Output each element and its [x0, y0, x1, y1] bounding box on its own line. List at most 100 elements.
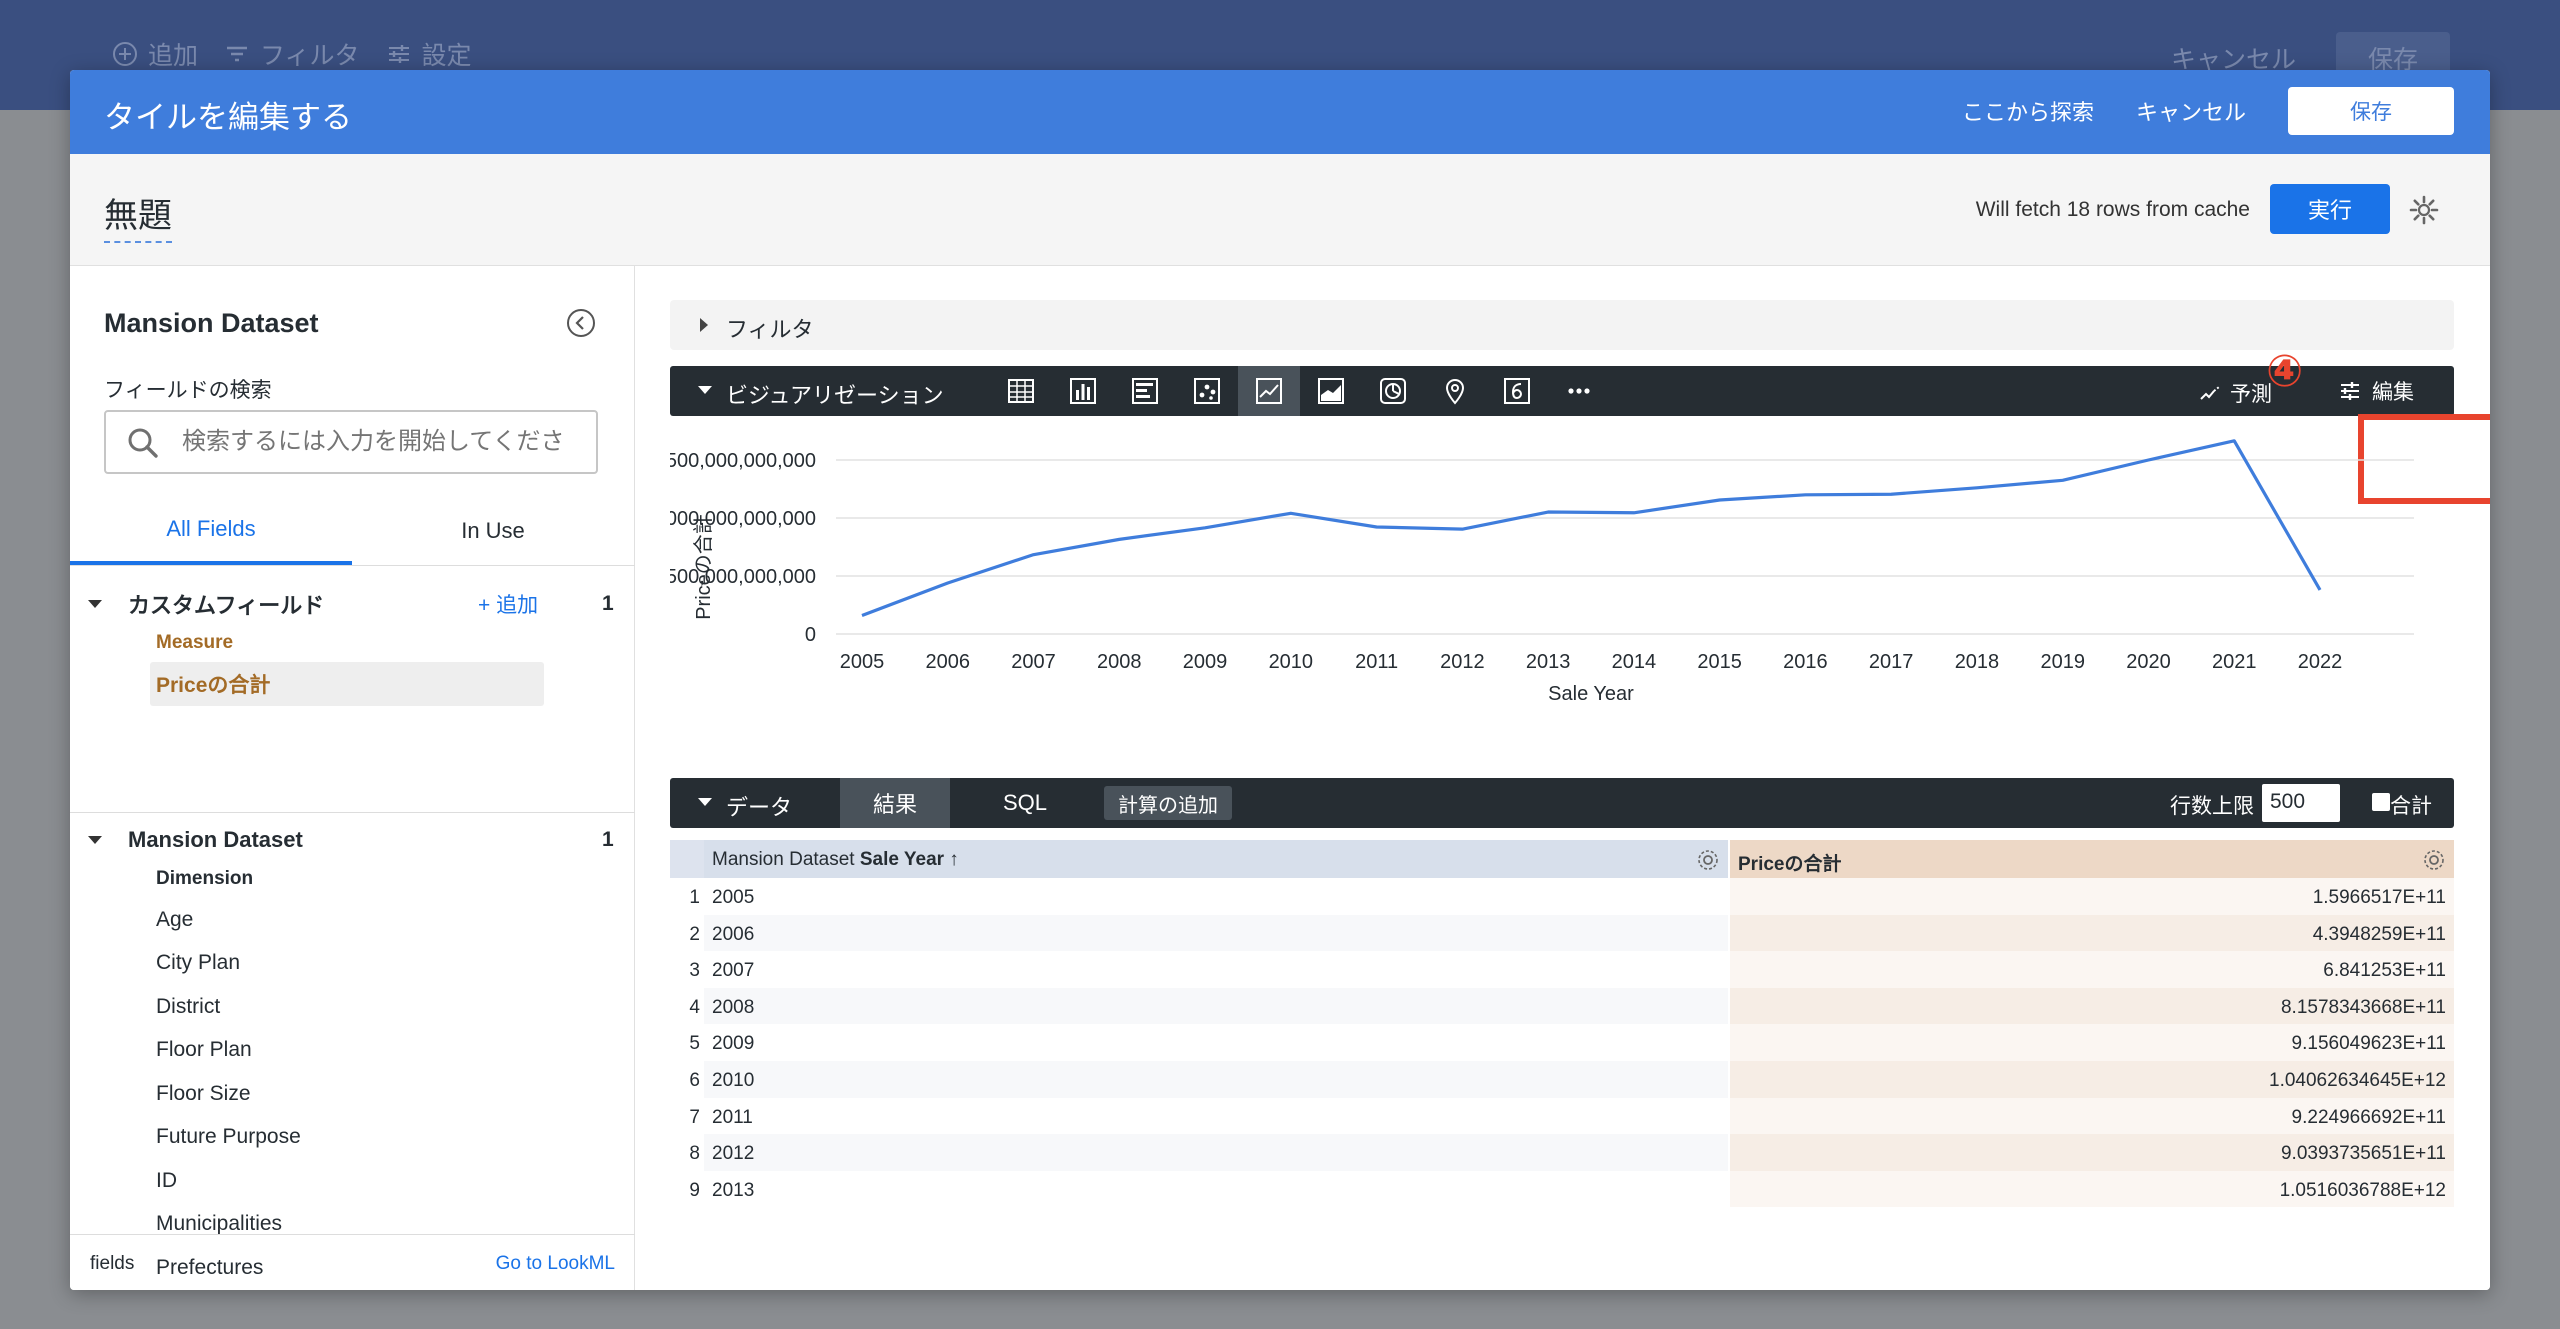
- viz-table-button[interactable]: [990, 366, 1052, 416]
- scatter-chart-icon: [1194, 378, 1220, 404]
- row-limit-input[interactable]: 500: [2262, 784, 2340, 822]
- collapse-sidebar-icon[interactable]: [566, 308, 596, 338]
- x-tick-label: 2020: [2126, 651, 2171, 673]
- field-city-plan[interactable]: City Plan: [70, 942, 635, 986]
- field-price-sum[interactable]: Priceの合計: [150, 662, 544, 706]
- gear-icon[interactable]: [1696, 848, 1720, 872]
- sale-year-cell[interactable]: 2007: [704, 951, 1728, 988]
- price-sum-cell[interactable]: 6.841253E+11: [1730, 951, 2454, 988]
- visualization-label: ビジュアリゼーション: [726, 383, 944, 408]
- table-row: 8 2012 9.0393735651E+11: [670, 1134, 2454, 1171]
- sale-year-cell[interactable]: 2005: [704, 878, 1728, 915]
- row-index: 4: [689, 996, 700, 1018]
- x-tick-label: 2022: [2298, 651, 2343, 673]
- area-chart-icon: [1318, 378, 1344, 404]
- caret-down-icon[interactable]: [698, 798, 712, 806]
- caret-down-icon[interactable]: [698, 386, 712, 394]
- y-tick-label: 1,500,000,000,000: [670, 450, 816, 472]
- viz-single-value-button[interactable]: [1486, 366, 1548, 416]
- data-label: データ: [726, 795, 793, 820]
- field-id[interactable]: ID: [70, 1159, 635, 1203]
- tab-in-use[interactable]: In Use: [352, 496, 634, 565]
- row-index: 8: [689, 1143, 700, 1165]
- field-district[interactable]: District: [70, 985, 635, 1029]
- add-custom-field-button[interactable]: + 追加: [478, 589, 538, 619]
- gear-icon[interactable]: [2408, 194, 2440, 226]
- viz-pie-button[interactable]: [1362, 366, 1424, 416]
- y-axis-title: Priceの合計: [692, 514, 715, 620]
- sale-year-cell[interactable]: 2011: [704, 1098, 1728, 1135]
- single-value-icon: [1504, 378, 1530, 404]
- field-search-input[interactable]: [182, 424, 582, 460]
- price-sum-cell[interactable]: 1.5966517E+11: [1730, 878, 2454, 915]
- price-sum-cell[interactable]: 9.156049623E+11: [1730, 1024, 2454, 1061]
- viz-column-button[interactable]: [1052, 366, 1114, 416]
- field-future-purpose[interactable]: Future Purpose: [70, 1116, 635, 1160]
- series-line: [861, 439, 2322, 617]
- gear-icon[interactable]: [2422, 848, 2446, 872]
- price-sum-cell[interactable]: 9.0393735651E+11: [1730, 1134, 2454, 1171]
- caret-right-icon: [700, 318, 708, 332]
- bg-filter-label: フィルタ: [260, 42, 360, 70]
- tab-results[interactable]: 結果: [840, 778, 950, 828]
- viz-more-button[interactable]: [1548, 366, 1610, 416]
- results-table: Mansion Dataset Sale Year ↑ Priceの合計 1 20…: [670, 840, 2454, 1208]
- mansion-dataset-group: Mansion Dataset 1 Dimension Age City Pla…: [70, 820, 635, 1290]
- price-sum-cell[interactable]: 1.0516036788E+12: [1730, 1170, 2454, 1208]
- price-sum-cell[interactable]: 1.04062634645E+12: [1730, 1060, 2454, 1098]
- cancel-button[interactable]: キャンセル: [2136, 95, 2246, 127]
- sale-year-cell[interactable]: 2009: [704, 1024, 1728, 1061]
- x-axis-title: Sale Year: [1548, 683, 1634, 705]
- tab-all-fields[interactable]: All Fields: [70, 496, 352, 565]
- run-button[interactable]: 実行: [2270, 184, 2390, 234]
- y-tick-label: 500,000,000,000: [670, 566, 816, 588]
- bg-add-label: 追加: [148, 42, 199, 70]
- sale-year-cell[interactable]: 2008: [704, 987, 1728, 1025]
- sale-year-cell[interactable]: 2006: [704, 914, 1728, 952]
- save-button[interactable]: 保存: [2288, 87, 2454, 135]
- table-row: 5 2009 9.156049623E+11: [670, 1024, 2454, 1061]
- edit-visualization-button[interactable]: 編集: [2306, 372, 2446, 410]
- x-tick-label: 2018: [1955, 651, 2000, 673]
- bg-add: 追加: [112, 36, 198, 72]
- sale-year-cell[interactable]: 2012: [704, 1134, 1728, 1171]
- sale-year-cell[interactable]: 2010: [704, 1060, 1728, 1098]
- viz-bar-button[interactable]: [1114, 366, 1176, 416]
- search-icon: [128, 428, 158, 458]
- tile-title-input[interactable]: 無題: [104, 188, 172, 243]
- field-age[interactable]: Age: [70, 898, 635, 942]
- totals-checkbox[interactable]: [2372, 793, 2390, 811]
- filter-section[interactable]: フィルタ: [670, 300, 2454, 350]
- edit-label: 編集: [2372, 381, 2414, 404]
- table-row: 4 2008 8.1578343668E+11: [670, 987, 2454, 1025]
- add-calculation-button[interactable]: 計算の追加: [1104, 786, 1232, 820]
- filter-icon: [227, 46, 248, 62]
- price-sum-cell[interactable]: 8.1578343668E+11: [1730, 987, 2454, 1025]
- column-chart-icon: [1070, 378, 1096, 404]
- row-index: 5: [689, 1033, 700, 1055]
- custom-fields-header[interactable]: カスタムフィールド + 追加 1: [70, 584, 635, 624]
- viz-line-button[interactable]: [1238, 366, 1300, 416]
- more-dots-icon: [1568, 388, 1590, 394]
- explore-from-here-link[interactable]: ここから探索: [1962, 95, 2094, 127]
- price-sum-cell[interactable]: 4.3948259E+11: [1730, 914, 2454, 952]
- row-index: 1: [689, 887, 700, 908]
- forecast-button[interactable]: 予測: [2198, 378, 2272, 408]
- field-floor-size[interactable]: Floor Size: [70, 1072, 635, 1116]
- sale-year-cell[interactable]: 2013: [704, 1171, 1728, 1208]
- price-sum-cell[interactable]: 9.224966692E+11: [1730, 1097, 2454, 1135]
- sale-year-column-header[interactable]: Mansion Dataset Sale Year ↑: [704, 840, 1728, 878]
- main-panel: フィルタ ビジュアリゼーション 予測 編集 ④ 0 500,000,000,00…: [636, 266, 2490, 1290]
- price-sum-column-header[interactable]: Priceの合計: [1730, 840, 2454, 878]
- viz-area-button[interactable]: [1300, 366, 1362, 416]
- x-tick-label: 2013: [1526, 651, 1571, 673]
- table-row: 3 2007 6.841253E+11: [670, 951, 2454, 988]
- tab-sql[interactable]: SQL: [970, 778, 1080, 828]
- custom-fields-count: 1: [602, 592, 614, 615]
- viz-scatter-button[interactable]: [1176, 366, 1238, 416]
- field-floor-plan[interactable]: Floor Plan: [70, 1029, 635, 1073]
- viz-map-button[interactable]: [1424, 366, 1486, 416]
- caret-down-icon: [88, 836, 102, 844]
- mansion-dataset-header[interactable]: Mansion Dataset 1: [70, 820, 635, 860]
- go-to-lookml-link[interactable]: Go to LookML: [496, 1253, 615, 1275]
